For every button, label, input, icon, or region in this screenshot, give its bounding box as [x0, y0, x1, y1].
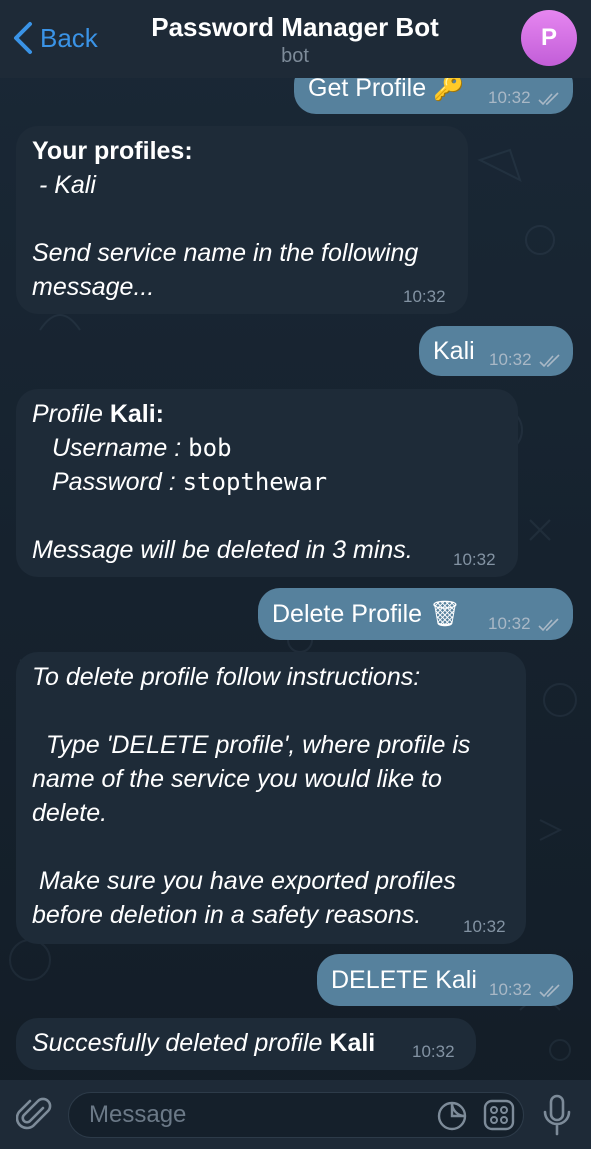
username-label: Username : [52, 434, 189, 462]
message-line: name of the service you would like to [32, 765, 442, 793]
chat-screen: Back Password Manager Bot bot P Get Prof… [0, 0, 591, 1149]
message-outgoing[interactable]: DELETE Kali 10:32 [317, 954, 573, 1006]
message-outgoing[interactable]: Delete Profile 🗑 10:32 [258, 588, 573, 640]
profile-name: Kali [329, 1029, 376, 1057]
message-time: 10:32 [488, 614, 531, 633]
avatar-letter: P [540, 24, 557, 51]
double-check-icon [538, 91, 559, 105]
wastebasket-emoji-icon: 🗑 [429, 600, 461, 628]
message-line: - Kali [32, 171, 96, 199]
message-heading: Your profiles: [32, 137, 193, 165]
password-label: Password : [52, 468, 183, 496]
message-line: Send service name in the following [32, 239, 419, 267]
message-text: Profile [32, 400, 110, 428]
message-line: message... [32, 273, 155, 301]
message-text: Succesfully deleted profile [32, 1029, 330, 1057]
keyboard-grid-icon[interactable] [483, 1099, 515, 1131]
message-line: delete. [32, 799, 108, 827]
avatar[interactable]: P [521, 10, 577, 66]
double-check-icon [539, 353, 560, 367]
sticker-icon[interactable] [436, 1100, 468, 1132]
message-incoming[interactable]: Your profiles: - Kali Send service name … [16, 126, 468, 314]
message-line: before deletion in a safety reasons. [32, 901, 422, 929]
double-check-icon [538, 617, 559, 631]
chat-subtitle: bot [281, 45, 309, 67]
back-button[interactable]: Back [10, 18, 98, 58]
username-value: bob [188, 434, 232, 462]
message-text: Kali [433, 337, 475, 365]
message-time: 10:32 [412, 1042, 455, 1061]
message-time: 10:32 [489, 980, 532, 999]
message-time: 10:32 [403, 287, 446, 306]
profile-name: Kali: [109, 400, 164, 428]
password-value: stopthewar [182, 468, 328, 496]
message-time: 10:32 [463, 917, 506, 936]
chevron-left-icon [14, 22, 32, 54]
double-check-icon [539, 983, 560, 997]
message-incoming[interactable]: To delete profile follow instructions: T… [16, 652, 526, 944]
message-time: 10:32 [489, 350, 532, 369]
message-incoming[interactable]: Profile Kali: Username : bob Password : … [16, 389, 518, 577]
message-time: 10:32 [453, 550, 496, 569]
message-time: 10:32 [488, 88, 531, 107]
paperclip-icon[interactable] [16, 1096, 54, 1134]
message-note: Message will be deleted in 3 mins. [32, 536, 413, 564]
message-composer [0, 1080, 591, 1149]
chat-title: Password Manager Bot [151, 12, 439, 42]
back-label: Back [40, 22, 98, 53]
message-outgoing[interactable]: Kali 10:32 [419, 326, 573, 376]
microphone-icon[interactable] [540, 1094, 574, 1136]
message-text: DELETE Kali [331, 966, 477, 994]
chat-title-area[interactable]: Password Manager Bot bot [120, 12, 470, 68]
message-line: To delete profile follow instructions: [32, 663, 421, 691]
message-line: Make sure you have exported profiles [32, 867, 456, 895]
message-text: Delete Profile [272, 600, 423, 628]
message-line: Type 'DELETE profile', where profile is [32, 731, 471, 759]
key-emoji-icon: 🔑 [433, 74, 465, 102]
message-incoming[interactable]: Succesfully deleted profile Kali 10:32 [16, 1018, 476, 1070]
chat-header: Back Password Manager Bot bot P [0, 0, 591, 78]
message-text: Get Profile [308, 74, 427, 102]
